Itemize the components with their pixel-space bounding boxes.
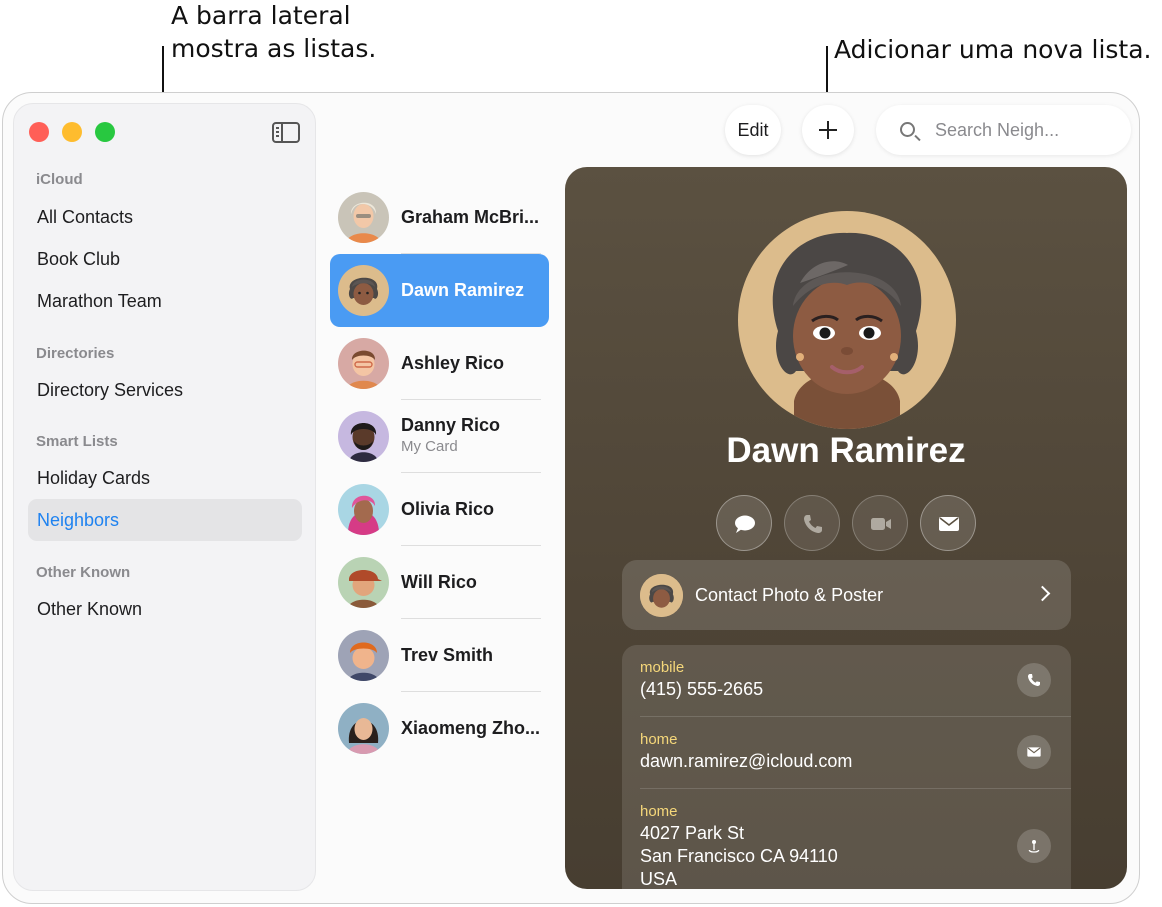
close-window-button[interactable] [29, 122, 49, 142]
sidebar-callout: A barra lateral mostra as listas. [171, 0, 376, 65]
zoom-window-button[interactable] [95, 122, 115, 142]
contact-name: Will Rico [401, 572, 477, 592]
field-value-phone[interactable]: (415) 555-2665 [640, 678, 763, 701]
edit-button[interactable]: Edit [725, 105, 781, 155]
divider [640, 716, 1071, 717]
contact-name: Danny Rico [401, 415, 501, 435]
contact-name: Ashley Rico [401, 353, 505, 373]
search-field[interactable]: Search Neigh... [876, 105, 1131, 155]
call-field-button[interactable] [1017, 663, 1051, 697]
avatar [338, 192, 389, 243]
sidebar-item-book-club[interactable]: Book Club [28, 238, 302, 280]
add-list-callout: Adicionar uma nova lista. [834, 35, 1152, 64]
video-call-button[interactable] [852, 495, 908, 551]
contact-photo[interactable] [738, 211, 956, 429]
field-value-email[interactable]: dawn.ramirez@icloud.com [640, 750, 852, 773]
email-field-button[interactable] [1017, 735, 1051, 769]
sidebar-item-holiday-cards[interactable]: Holiday Cards [28, 457, 302, 499]
contact-row-ashley[interactable]: Ashley Rico [330, 327, 549, 400]
avatar [338, 703, 389, 754]
contact-name: Dawn Ramirez [401, 280, 525, 300]
mail-button[interactable] [920, 495, 976, 551]
contacts-window: iCloud All Contacts Book Club Marathon T… [2, 92, 1140, 904]
contact-row-dawn[interactable]: Dawn Ramirez [330, 254, 549, 327]
contact-photo-poster-row[interactable]: Contact Photo & Poster [622, 560, 1071, 630]
contact-row-olivia[interactable]: Olivia Rico [330, 473, 549, 546]
divider [640, 788, 1071, 789]
chevron-right-icon [1034, 585, 1051, 602]
poster-row-label: Contact Photo & Poster [695, 585, 884, 605]
contact-row-danny[interactable]: Danny Rico My Card [330, 400, 549, 473]
contact-row-trev[interactable]: Trev Smith [330, 619, 549, 692]
contact-row-graham[interactable]: Graham McBri... [330, 181, 549, 254]
contact-row-will[interactable]: Will Rico [330, 546, 549, 619]
message-button[interactable] [716, 495, 772, 551]
section-heading-other-known: Other Known [36, 564, 131, 581]
sidebar-item-directory-services[interactable]: Directory Services [28, 369, 302, 411]
avatar [338, 557, 389, 608]
search-placeholder: Search Neigh... [935, 120, 1060, 140]
contact-detail-name: Dawn Ramirez [726, 431, 966, 470]
add-list-button[interactable] [802, 105, 854, 155]
field-label: home [640, 731, 678, 748]
section-heading-smart-lists: Smart Lists [36, 433, 118, 450]
avatar [338, 338, 389, 389]
avatar [640, 574, 683, 617]
minimize-window-button[interactable] [62, 122, 82, 142]
sidebar-item-all-contacts[interactable]: All Contacts [28, 196, 302, 238]
sidebar-item-neighbors[interactable]: Neighbors [28, 499, 302, 541]
call-button[interactable] [784, 495, 840, 551]
contact-name: Trev Smith [401, 645, 494, 665]
map-field-button[interactable] [1017, 829, 1051, 863]
section-heading-icloud: iCloud [36, 171, 83, 188]
field-label: home [640, 803, 678, 820]
sidebar-callout-line2: mostra as listas. [171, 34, 377, 63]
sidebar: iCloud All Contacts Book Club Marathon T… [13, 103, 316, 891]
avatar [338, 411, 389, 462]
contact-detail-card: Dawn Ramirez Contact Photo & Poster mobi… [565, 167, 1127, 889]
avatar [338, 630, 389, 681]
contact-name: Graham McBri... [401, 207, 540, 227]
field-value-address-line3[interactable]: USA [640, 868, 677, 889]
sidebar-item-other-known[interactable]: Other Known [28, 588, 302, 630]
avatar [338, 265, 389, 316]
section-heading-directories: Directories [36, 345, 115, 362]
field-value-address-line1[interactable]: 4027 Park St [640, 822, 744, 845]
my-card-label: My Card [401, 438, 458, 455]
field-label: mobile [640, 659, 685, 676]
sidebar-toggle-icon[interactable] [272, 122, 300, 143]
contact-name: Xiaomeng Zho... [401, 718, 541, 738]
contact-name: Olivia Rico [401, 499, 495, 519]
avatar [338, 484, 389, 535]
contact-row-xiaomeng[interactable]: Xiaomeng Zho... [330, 692, 549, 765]
search-icon [900, 122, 915, 137]
sidebar-item-marathon-team[interactable]: Marathon Team [28, 280, 302, 322]
contact-info-fields: mobile (415) 555-2665 home dawn.ramirez@… [622, 645, 1071, 889]
sidebar-callout-line1: A barra lateral [171, 1, 351, 30]
field-value-address-line2[interactable]: San Francisco CA 94110 [640, 845, 838, 868]
